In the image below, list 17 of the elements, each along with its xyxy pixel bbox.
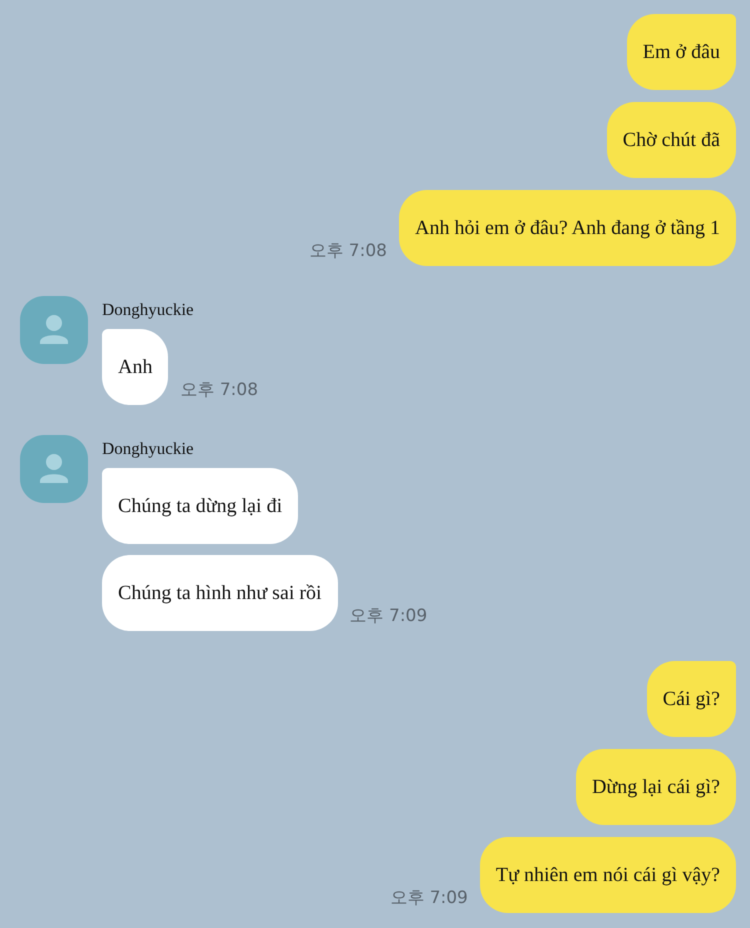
avatar-icon[interactable]	[20, 435, 88, 503]
message-bubble: Chờ chút đã	[606, 102, 736, 178]
message-bubble: Anh hỏi em ở đâu? Anh đang ở tầng 1	[399, 190, 736, 266]
message-bubble: Dừng lại cái gì?	[576, 749, 736, 825]
message-bubble: Chúng ta hình như sai rồi	[102, 555, 338, 631]
message-bubble: Chúng ta dừng lại đi	[102, 468, 298, 544]
message-bubble: Tự nhiên em nói cái gì vậy?	[480, 837, 736, 913]
message-bubble: Anh	[102, 329, 168, 405]
message-time: 오후 7:08	[180, 379, 258, 401]
message-time: 오후 7:09	[350, 605, 428, 627]
avatar-icon[interactable]	[20, 296, 88, 364]
message-bubble: Cái gì?	[646, 661, 736, 737]
sender-name: Donghyuckie	[102, 439, 194, 459]
message-bubble: Em ở đâu	[626, 14, 736, 90]
sender-name: Donghyuckie	[102, 300, 194, 320]
message-time: 오후 7:08	[309, 240, 387, 262]
message-time: 오후 7:09	[390, 887, 468, 909]
